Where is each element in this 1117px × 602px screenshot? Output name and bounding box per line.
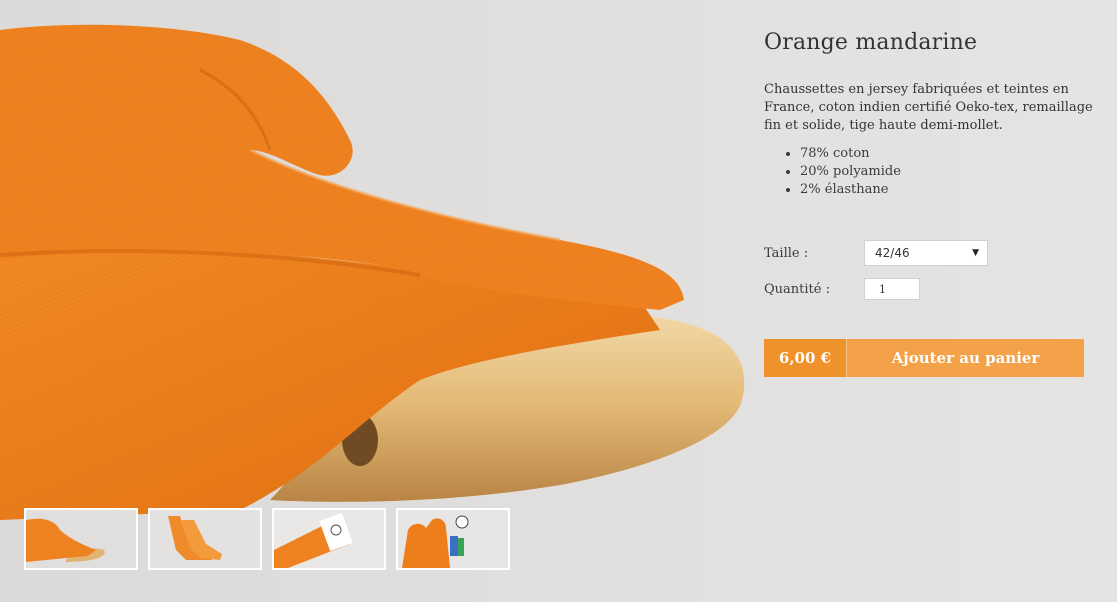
- size-label: Taille :: [764, 245, 809, 261]
- list-item: 78% coton: [800, 145, 1094, 163]
- chevron-down-icon: ▼: [972, 248, 979, 258]
- add-to-cart-button[interactable]: Ajouter au panier: [846, 339, 1084, 377]
- quantity-label: Quantité :: [764, 281, 830, 297]
- size-select-value: 42/46: [875, 246, 910, 260]
- list-item: 20% polyamide: [800, 163, 1094, 181]
- thumbnail-socks-with-label[interactable]: [272, 508, 386, 570]
- product-title: Orange mandarine: [764, 30, 978, 55]
- quantity-row: Quantité :: [764, 275, 1094, 303]
- price-tag: 6,00 €: [764, 339, 846, 377]
- product-details: Orange mandarine Chaussettes en jersey f…: [764, 30, 1094, 377]
- thumbnail-socks-on-shoe-tree[interactable]: [24, 508, 138, 570]
- thumbnail-socks-pile[interactable]: [396, 508, 510, 570]
- size-row: Taille : 42/46 ▼: [764, 239, 1094, 267]
- thumbnail-socks-on-legs[interactable]: [148, 508, 262, 570]
- list-item: 2% élasthane: [800, 181, 1094, 199]
- size-select[interactable]: 42/46 ▼: [864, 240, 988, 266]
- purchase-bar: 6,00 € Ajouter au panier: [764, 339, 1084, 377]
- composition-list: 78% coton 20% polyamide 2% élasthane: [764, 145, 1094, 199]
- thumbnail-gallery: [24, 508, 510, 570]
- quantity-input[interactable]: [864, 278, 920, 300]
- product-description: Chaussettes en jersey fabriquées et tein…: [764, 82, 1093, 133]
